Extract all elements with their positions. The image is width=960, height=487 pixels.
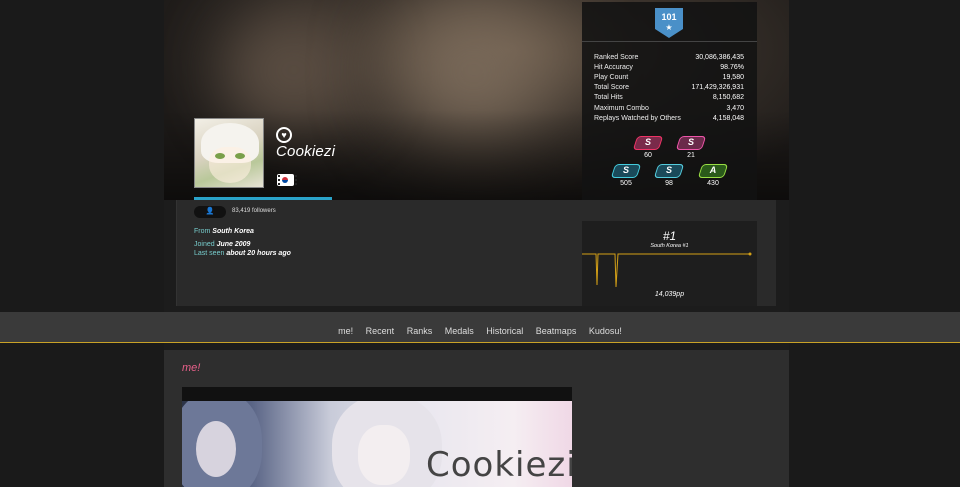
stat-label: Play Count (594, 74, 629, 81)
stat-label: Maximum Combo (594, 105, 649, 112)
info-lastseen: Last seen about 20 hours ago (194, 250, 291, 257)
stats-panel: 101 ★ Ranked Score 30,086,386,435 Hit Ac… (582, 2, 757, 200)
level-badge: 101 ★ (655, 8, 683, 38)
stat-value: 4,158,048 (712, 115, 744, 122)
grade-ss: S 505 (609, 164, 643, 190)
stat-value: 3,470 (726, 105, 744, 112)
grade-count: 60 (644, 152, 652, 159)
info-joined: Joined June 2009 (194, 241, 250, 248)
stat-value: 8,150,682 (712, 94, 744, 101)
heart-icon[interactable]: ♥ (276, 127, 292, 143)
grade-count: 98 (665, 180, 673, 187)
grade-letter: S (644, 137, 651, 147)
stat-value: 19,580 (722, 74, 744, 81)
stat-row: Ranked Score 30,086,386,435 (594, 54, 744, 64)
grade-s-silver: S 21 (674, 136, 708, 162)
performance-points: 14,039pp (654, 291, 685, 298)
stat-value: 171,429,326,931 (691, 84, 744, 91)
stat-row: Maximum Combo 3,470 (594, 105, 744, 115)
grade-letter: S (622, 165, 629, 175)
grade-s: S 98 (652, 164, 686, 190)
stat-row: Play Count 19,580 (594, 74, 744, 84)
stat-label: Replays Watched by Others (594, 115, 681, 122)
stat-value: 30,086,386,435 (695, 54, 744, 61)
level-number: 101 (661, 12, 677, 22)
nav-item-beatmaps[interactable]: Beatmaps (536, 326, 577, 336)
grade-letter: S (665, 165, 672, 175)
info-from-label: From (194, 228, 211, 235)
avatar[interactable] (194, 118, 264, 188)
stat-row: Hit Accuracy 98.76% (594, 64, 744, 74)
nav-item-medals[interactable]: Medals (445, 326, 474, 336)
info-lastseen-value: about 20 hours ago (226, 250, 291, 257)
grade-count: 505 (620, 180, 632, 187)
me-image-text: Cookiezi (426, 445, 572, 485)
info-joined-label: Joined (194, 241, 215, 248)
stat-label: Total Hits (594, 94, 623, 101)
nav-item-ranks[interactable]: Ranks (407, 326, 433, 336)
south-korea-flag-icon (277, 174, 297, 186)
star-icon: ★ (665, 23, 673, 32)
me-banner-image: Cookiezi (182, 401, 572, 487)
global-rank: #1 (662, 229, 677, 243)
nav-item-me[interactable]: me! (338, 326, 353, 336)
grade-letter: A (709, 165, 717, 175)
username: Cookiezi (276, 143, 336, 160)
stat-value: 98.76% (720, 64, 744, 71)
add-friend-icon: 👤 (205, 208, 215, 215)
stat-row: Replays Watched by Others 4,158,048 (594, 115, 744, 125)
profile-nav-bar: me! Recent Ranks Medals Historical Beatm… (0, 312, 960, 343)
grade-count: 430 (707, 180, 719, 187)
nav-item-kudosu[interactable]: Kudosu! (589, 326, 622, 336)
followers-count: 83,419 followers (232, 208, 276, 214)
rank-history-line (582, 253, 750, 288)
grade-count: 21 (687, 152, 695, 159)
rank-history-graph[interactable] (582, 249, 757, 289)
stat-row: Total Score 171,429,326,931 (594, 84, 744, 94)
info-joined-value: June 2009 (216, 241, 251, 248)
stat-label: Ranked Score (594, 54, 639, 61)
info-from: From South Korea (194, 228, 254, 235)
grade-ss-silver: S 60 (631, 136, 665, 162)
grade-letter: S (687, 137, 694, 147)
nav-item-historical[interactable]: Historical (486, 326, 523, 336)
follow-button[interactable]: 👤 (194, 206, 226, 218)
stat-label: Total Score (594, 84, 630, 91)
me-section-title: me! (182, 362, 201, 374)
grade-a: A 430 (696, 164, 730, 190)
stat-row: Total Hits 8,150,682 (594, 94, 744, 104)
nav-item-recent[interactable]: Recent (366, 326, 395, 336)
rank-history-point (748, 252, 752, 256)
info-from-value[interactable]: South Korea (212, 228, 254, 235)
stat-label: Hit Accuracy (594, 64, 633, 71)
rank-panel: #1 South Korea #1 14,039pp (582, 221, 757, 306)
info-lastseen-label: Last seen (194, 250, 225, 257)
